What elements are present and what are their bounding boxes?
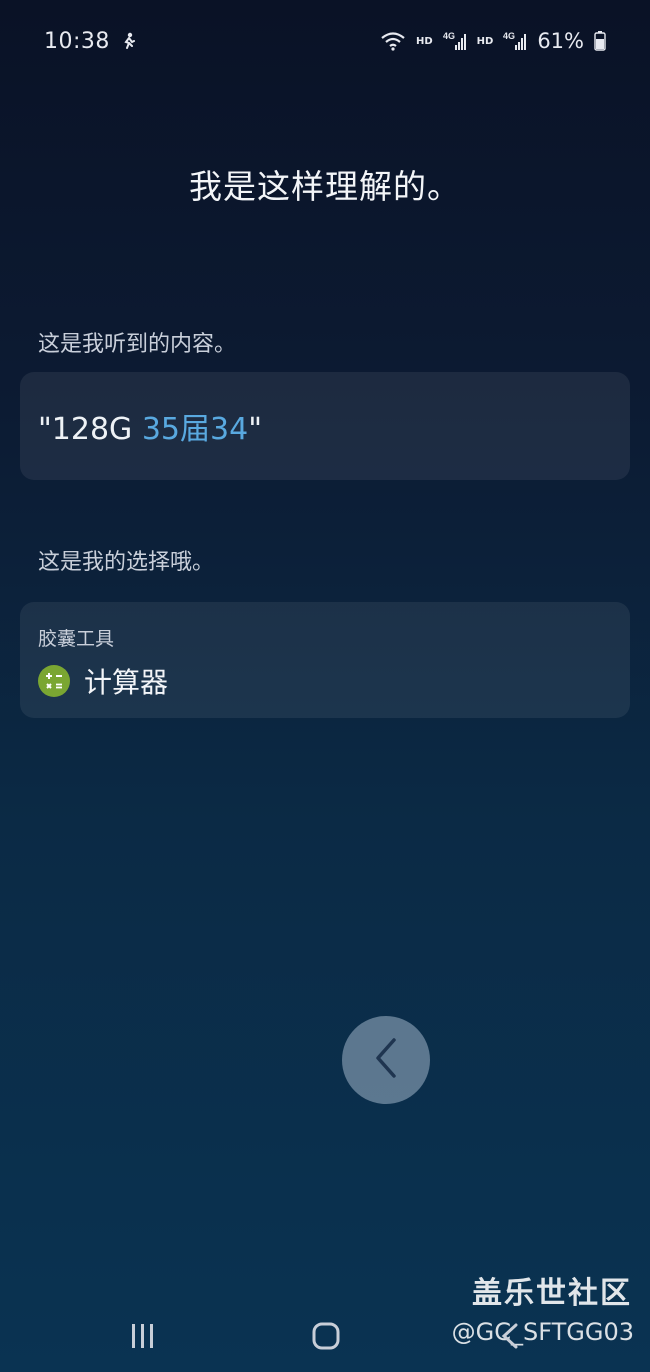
page-title: 我是这样理解的。 [189,167,461,206]
battery-icon [594,31,606,51]
status-right: HD 4G HD 4G 61% [380,29,606,53]
choice-card[interactable]: 胶囊工具 计算器 [20,602,630,718]
wifi-icon [380,31,406,51]
svg-text:4G: 4G [443,31,455,41]
chevron-left-icon [368,1034,404,1086]
heard-text: "128G 35届34" [38,404,262,448]
svg-text:4G: 4G [503,31,515,41]
battery-percent: 61% [537,29,584,53]
choice-category: 胶囊工具 [38,628,115,650]
runner-icon [120,32,138,50]
calculator-icon [38,665,70,697]
signal-icon-2: 4G [503,30,527,52]
recent-apps-icon[interactable] [128,1322,158,1354]
status-left: 10:38 [44,29,138,54]
home-icon[interactable] [312,1322,342,1354]
choice-section-label: 这是我的选择哦。 [38,550,215,575]
signal-icon: 4G [443,30,467,52]
status-bar: 10:38 HD 4G HD 4G 61% [0,0,650,82]
back-icon[interactable] [496,1322,526,1354]
heard-quote-close: " [248,412,263,447]
heard-section-label: 这是我听到的内容。 [38,332,237,357]
navigation-bar [0,1300,650,1372]
back-button[interactable] [342,1016,430,1104]
hd-label-1: HD [415,35,433,47]
hd-label-2: HD [476,35,494,47]
heard-quote-open: "128G [38,412,142,447]
heard-highlight: 35届34 [141,412,249,447]
choice-app-name: 计算器 [84,666,169,699]
choice-app-row[interactable]: 计算器 [38,661,612,701]
clock: 10:38 [44,28,110,54]
heard-card[interactable]: "128G 35届34" [20,372,630,480]
